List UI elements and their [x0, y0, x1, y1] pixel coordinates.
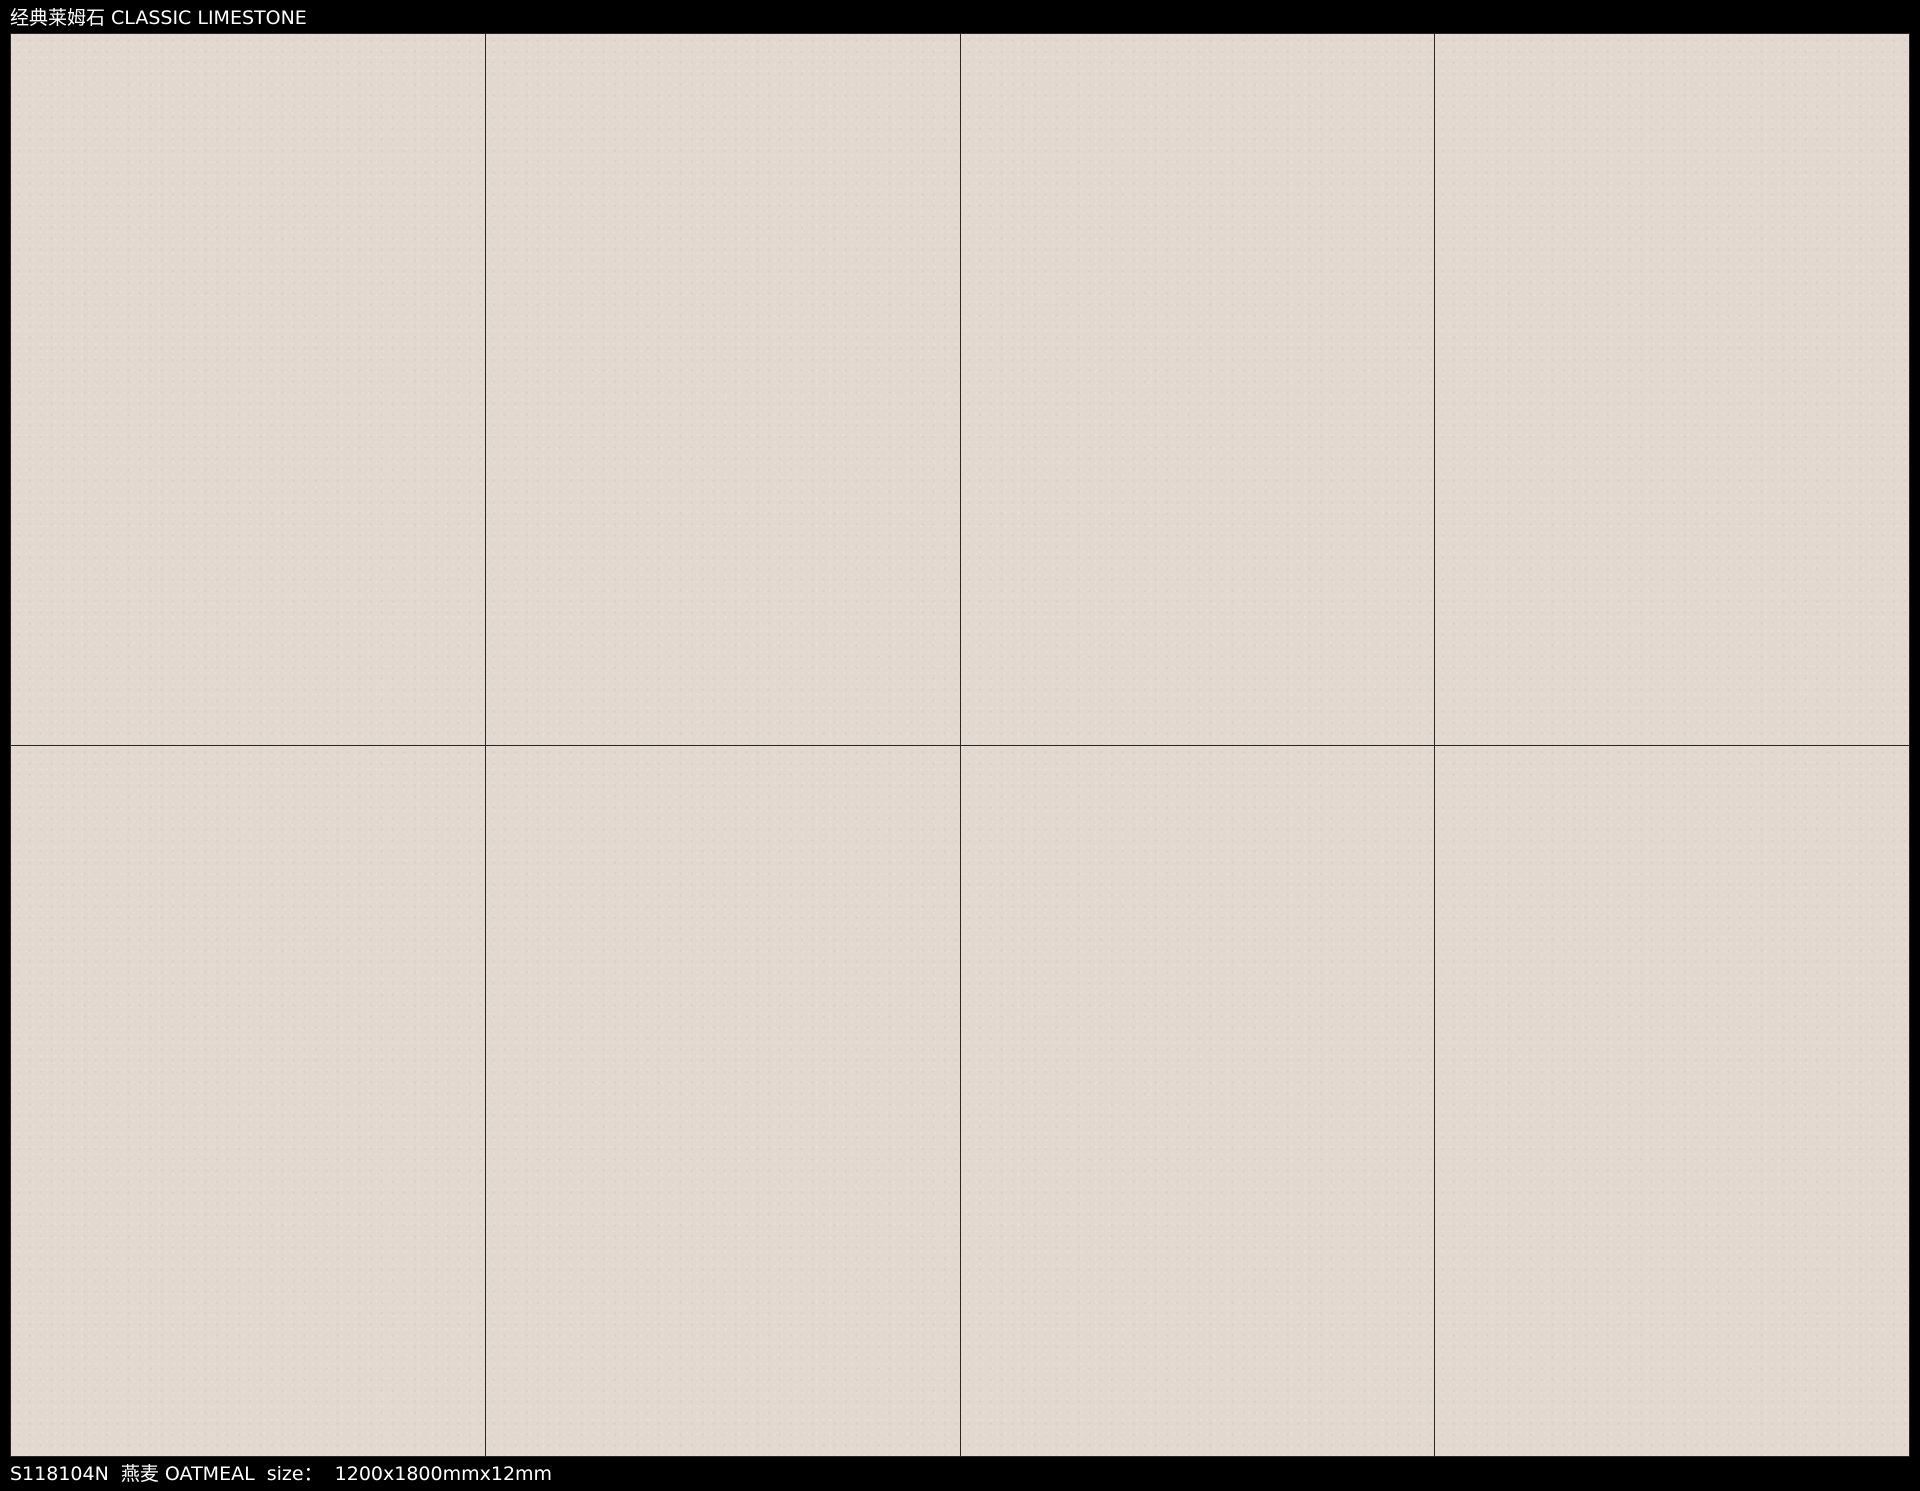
page: { "header": { "title": "经典莱姆石 CLASSIC LI… — [0, 0, 1920, 1491]
tile — [485, 745, 960, 1456]
collection-title: 经典莱姆石 CLASSIC LIMESTONE — [10, 7, 307, 29]
tile — [960, 34, 1435, 745]
product-spec-caption: S118104N 燕麦 OATMEAL size： 1200x1800mmx12… — [10, 1463, 553, 1485]
tile — [1435, 745, 1909, 1456]
tile — [485, 34, 960, 745]
tile — [11, 34, 485, 745]
tile — [11, 745, 485, 1456]
tile — [1435, 34, 1909, 745]
tile — [960, 745, 1435, 1456]
tile-layout-preview — [10, 33, 1910, 1457]
